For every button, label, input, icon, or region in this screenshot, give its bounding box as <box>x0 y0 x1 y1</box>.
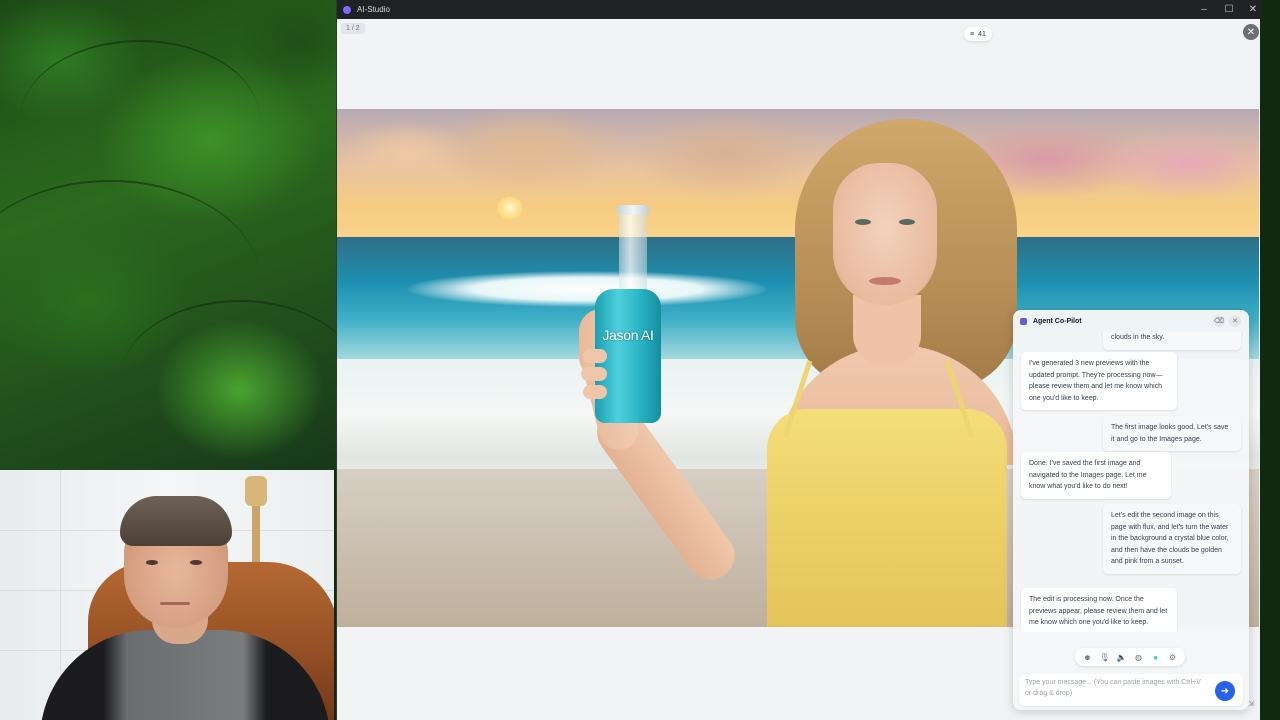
image-pager[interactable]: 1 / 2 <box>341 23 365 34</box>
copilot-header: Agent Co-Pilot ⌫ ✕ <box>1013 310 1249 332</box>
title-bar: AI-Studio – ☐ ✕ <box>337 0 1261 19</box>
copilot-toolbar: ☻ 🎙 🔈 ◍ ● ⚙ <box>1075 648 1185 666</box>
woman-lips <box>869 277 901 285</box>
agent-copilot-panel: Agent Co-Pilot ⌫ ✕ clouds in the sky. I'… <box>1013 310 1249 710</box>
webcam-feed <box>0 470 334 720</box>
image-cloud <box>627 109 827 199</box>
person-eye <box>190 560 202 565</box>
bottle-cap <box>617 205 649 215</box>
bottle-neck <box>619 205 647 295</box>
list-icon: ≡ <box>970 30 975 38</box>
desktop-wallpaper <box>0 0 360 470</box>
copilot-logo-icon <box>1020 317 1027 325</box>
maximize-button[interactable]: ☐ <box>1217 0 1241 19</box>
assistant-message: Done. I've saved the first image and nav… <box>1021 452 1171 499</box>
close-copilot-icon[interactable]: ✕ <box>1229 315 1241 327</box>
leaf-vein <box>120 300 360 460</box>
woman-finger <box>581 367 607 381</box>
viewer-top-bar: 1 / 2 ≡ 41 ✕ <box>337 19 1259 109</box>
app-logo-icon <box>343 5 351 14</box>
user-message: clouds in the sky. <box>1103 332 1241 350</box>
window-title: AI-Studio <box>357 5 390 14</box>
status-dot-icon[interactable]: ● <box>1149 653 1163 662</box>
woman-dress <box>767 409 1007 627</box>
assistant-message: I've generated 3 new previews with the u… <box>1021 352 1177 410</box>
image-wave <box>407 271 767 307</box>
microphone-icon[interactable]: 🎙 <box>1098 653 1112 662</box>
message-input[interactable] <box>1025 677 1205 703</box>
woman-finger <box>583 349 607 363</box>
leaf-vein <box>20 40 260 200</box>
minimize-button[interactable]: – <box>1192 0 1216 19</box>
image-count: 41 <box>978 30 986 38</box>
copilot-title: Agent Co-Pilot <box>1033 317 1082 325</box>
clear-chat-icon[interactable]: ⌫ <box>1213 315 1225 327</box>
send-arrow-icon: ➜ <box>1220 685 1230 697</box>
user-message: Let's edit the second image on this page… <box>1103 504 1241 574</box>
globe-icon[interactable]: ◍ <box>1132 653 1146 662</box>
image-cloud <box>427 109 627 195</box>
guitar-head <box>245 476 267 506</box>
woman-finger <box>583 385 607 399</box>
woman-eye <box>855 219 871 225</box>
speaker-icon[interactable]: 🔈 <box>1115 653 1129 662</box>
message-composer: ➜ <box>1019 674 1243 706</box>
woman-neck <box>853 295 921 365</box>
close-window-button[interactable]: ✕ <box>1241 0 1265 19</box>
settings-icon[interactable]: ⚙ <box>1166 653 1180 662</box>
bottle-label-text: Jason AI <box>602 327 654 343</box>
app-window: AI-Studio – ☐ ✕ 1 / 2 ≡ 41 ✕ Jason AI ⇲ … <box>336 0 1261 720</box>
close-viewer-button[interactable]: ✕ <box>1243 24 1259 40</box>
chat-mode-icon[interactable]: ☻ <box>1081 653 1095 662</box>
woman-eye <box>899 219 915 225</box>
chat-messages: clouds in the sky. I've generated 3 new … <box>1019 332 1243 632</box>
person-eye <box>146 560 158 565</box>
person-hair <box>120 496 232 546</box>
image-sun <box>497 197 523 219</box>
assistant-message: The edit is processing now. Once the pre… <box>1021 588 1177 632</box>
send-button[interactable]: ➜ <box>1215 681 1235 701</box>
user-message: The first image looks good. Let's save i… <box>1103 416 1241 451</box>
person-mouth <box>160 602 190 605</box>
image-counter-pill[interactable]: ≡ 41 <box>964 27 992 41</box>
